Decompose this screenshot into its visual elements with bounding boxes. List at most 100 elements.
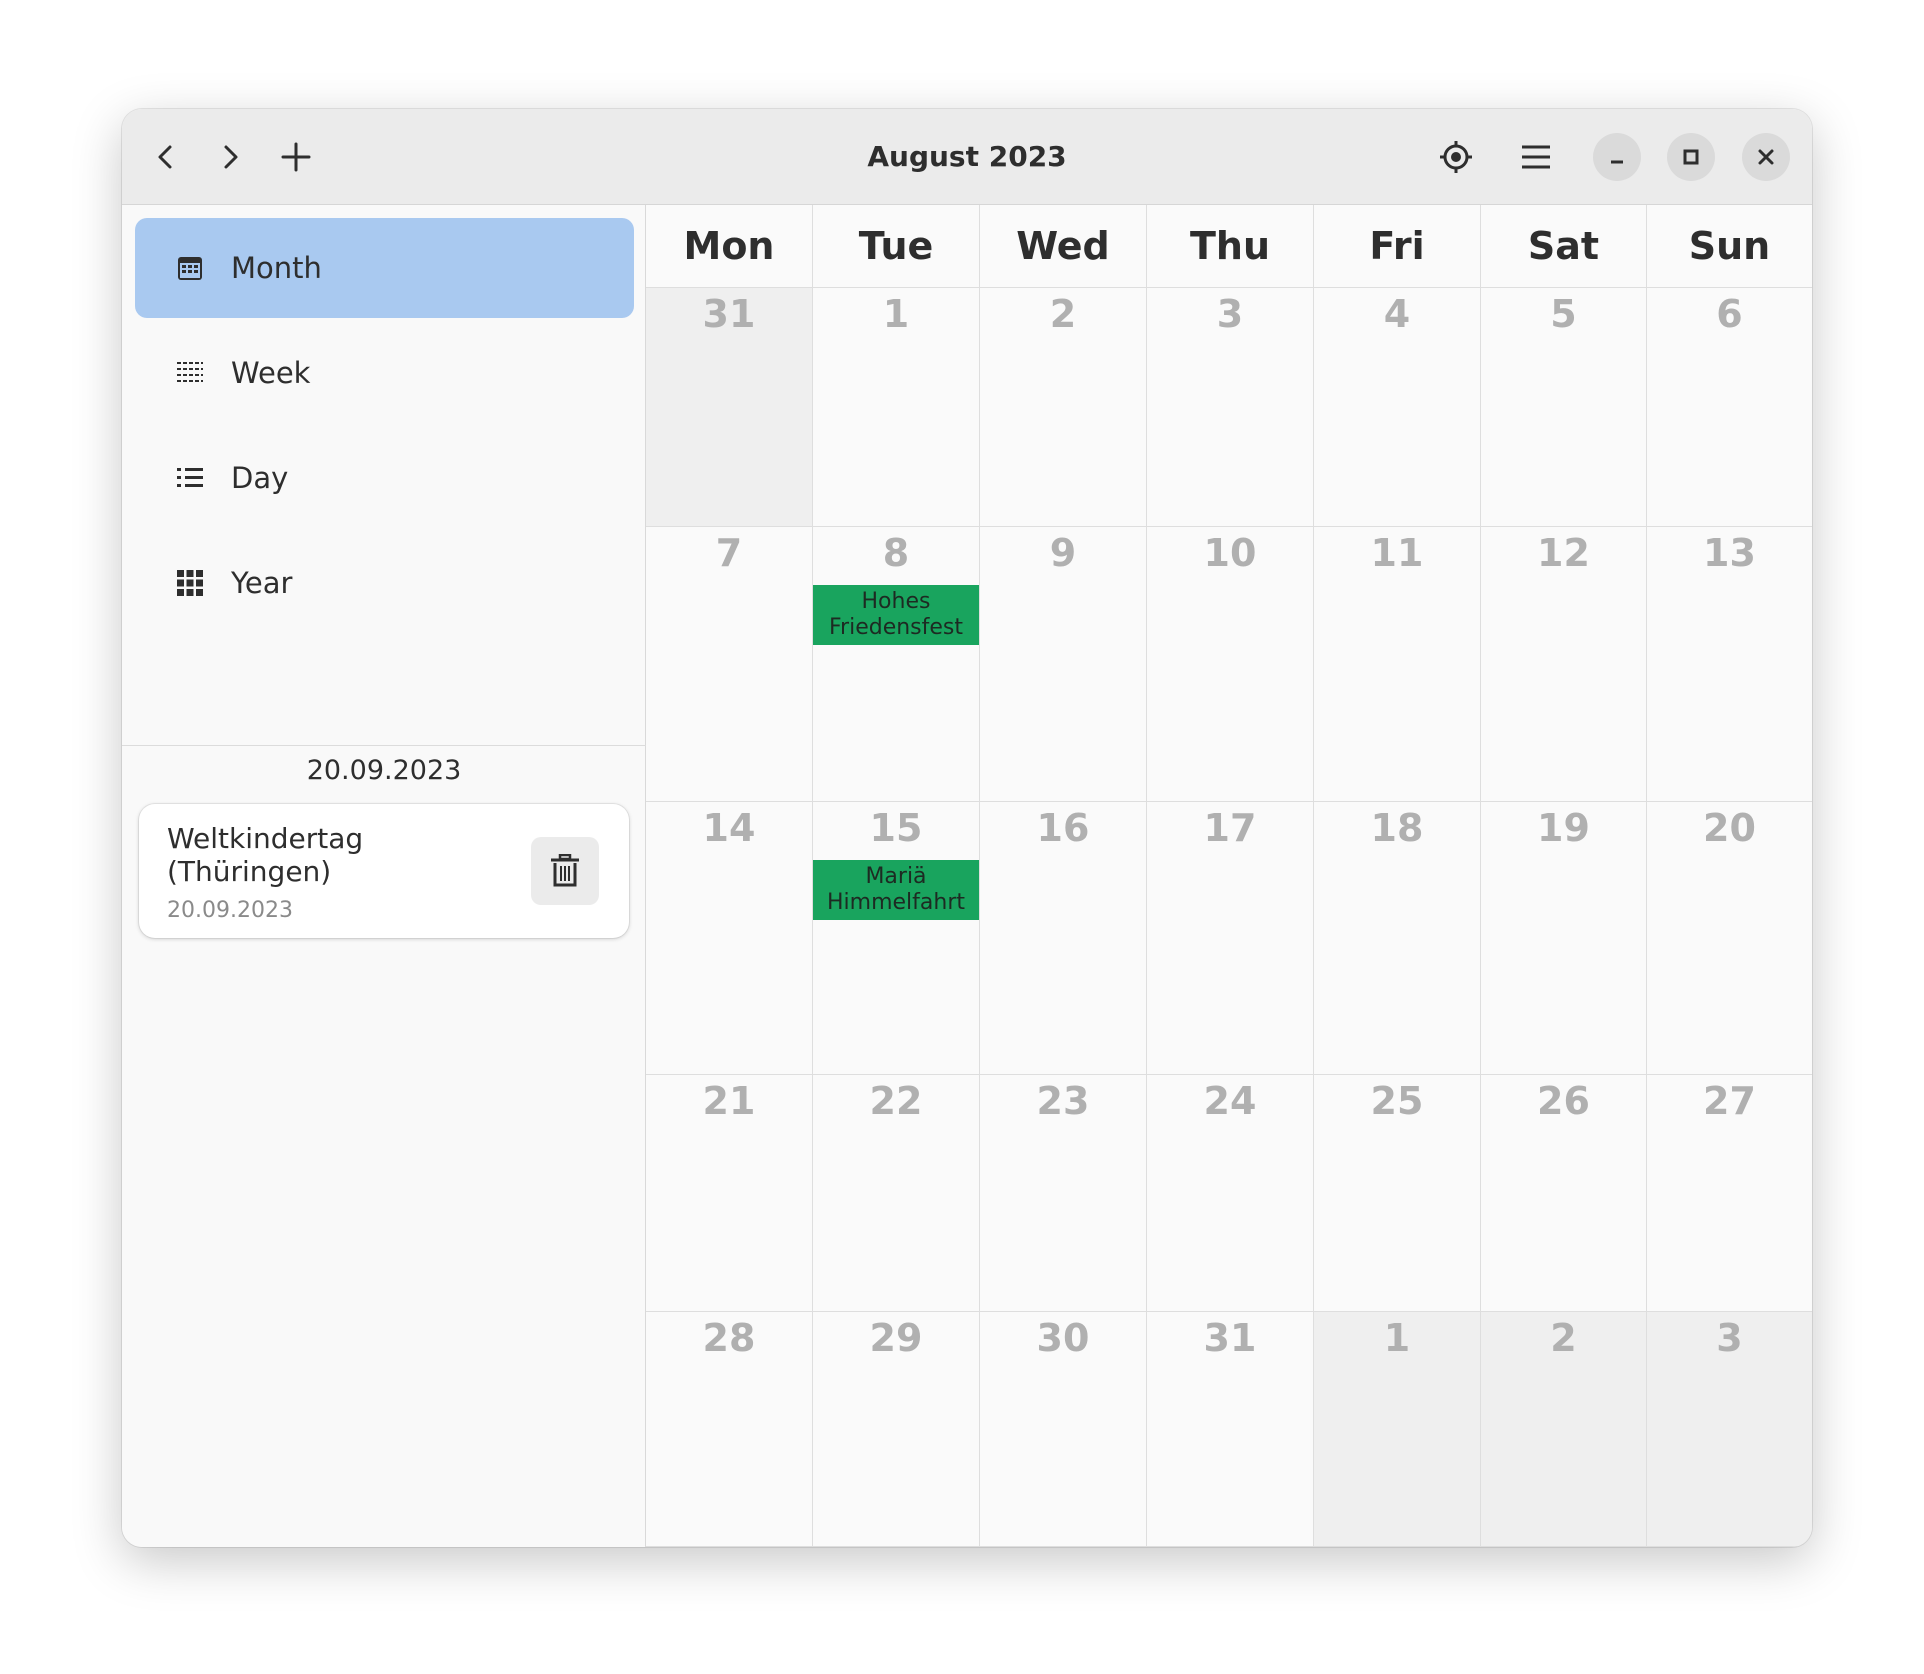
day-number: 2 <box>1049 292 1077 336</box>
day-cell[interactable]: 19 <box>1481 802 1647 1075</box>
day-cell[interactable]: 4 <box>1314 288 1481 527</box>
sidebar-item-week[interactable]: Week <box>135 323 634 423</box>
day-cell[interactable]: 1 <box>813 288 980 527</box>
day-number: 6 <box>1716 292 1743 336</box>
chevron-left-icon <box>158 145 172 169</box>
day-cell[interactable]: 12 <box>1481 527 1647 802</box>
day-cell[interactable]: 20 <box>1647 802 1812 1075</box>
day-cell[interactable]: 5 <box>1481 288 1647 527</box>
day-cell[interactable]: 11 <box>1314 527 1481 802</box>
event-chip[interactable]: Hohes Friedensfest <box>813 585 979 645</box>
minimize-button[interactable] <box>1593 133 1641 181</box>
event-title: Weltkindertag (Thüringen) <box>167 822 364 888</box>
close-button[interactable] <box>1742 133 1790 181</box>
sidebar: Month Week Day Year 20.09.2023 Weltkinde… <box>122 205 646 1547</box>
sidebar-item-year[interactable]: Year <box>135 533 634 633</box>
event-card[interactable]: Weltkindertag (Thüringen) 20.09.2023 <box>139 804 629 938</box>
day-number: 7 <box>715 531 743 575</box>
hamburger-menu-icon <box>1522 145 1550 169</box>
day-cell[interactable]: 13 <box>1647 527 1812 802</box>
day-cell[interactable]: 25 <box>1314 1075 1481 1312</box>
day-cell[interactable]: 31 <box>646 288 813 527</box>
weekday-header: Sat <box>1481 205 1647 288</box>
day-number: 4 <box>1383 292 1411 336</box>
day-number: 1 <box>882 292 910 336</box>
target-icon <box>1440 141 1472 173</box>
day-number: 15 <box>869 806 923 850</box>
day-number: 30 <box>1036 1316 1090 1360</box>
main-menu-button[interactable] <box>1508 129 1564 185</box>
day-number: 29 <box>869 1316 923 1360</box>
header-bar: August 2023 <box>122 109 1812 205</box>
day-number: 1 <box>1383 1316 1411 1360</box>
day-cell[interactable]: 27 <box>1647 1075 1812 1312</box>
day-cell[interactable]: 8 Hohes Friedensfest <box>813 527 980 802</box>
day-cell[interactable]: 28 <box>646 1312 813 1547</box>
day-number: 13 <box>1703 531 1756 575</box>
sidebar-item-label: Day <box>231 461 289 495</box>
sidebar-item-label: Week <box>231 356 311 390</box>
trash-icon <box>551 854 579 887</box>
previous-button[interactable] <box>138 129 194 185</box>
day-number: 14 <box>702 806 756 850</box>
day-cell[interactable]: 7 <box>646 527 813 802</box>
weekday-header: Thu <box>1147 205 1314 288</box>
day-cell[interactable]: 26 <box>1481 1075 1647 1312</box>
selected-date: 20.09.2023 <box>306 755 462 786</box>
day-cell[interactable]: 2 <box>980 288 1147 527</box>
day-number: 9 <box>1049 531 1077 575</box>
maximize-button[interactable] <box>1667 133 1715 181</box>
list-icon <box>175 463 205 493</box>
day-number: 11 <box>1370 531 1424 575</box>
day-number: 27 <box>1703 1079 1756 1123</box>
day-cell[interactable]: 1 <box>1314 1312 1481 1547</box>
delete-event-button[interactable] <box>531 837 599 905</box>
add-event-button[interactable] <box>268 129 324 185</box>
day-number: 23 <box>1036 1079 1090 1123</box>
day-cell[interactable]: 3 <box>1647 1312 1812 1547</box>
event-chip[interactable]: Mariä Himmelfahrt <box>813 860 979 920</box>
day-cell[interactable]: 17 <box>1147 802 1314 1075</box>
day-number: 26 <box>1537 1079 1590 1123</box>
day-cell[interactable]: 23 <box>980 1075 1147 1312</box>
month-grid: Mon Tue Wed Thu Fri Sat Sun 31 1 2 3 4 5 6 7 8 Hohes Fri… <box>646 205 1812 1547</box>
day-number: 16 <box>1036 806 1090 850</box>
day-cell[interactable]: 30 <box>980 1312 1147 1547</box>
day-number: 2 <box>1550 1316 1577 1360</box>
day-number: 3 <box>1216 292 1244 336</box>
day-cell[interactable]: 18 <box>1314 802 1481 1075</box>
sidebar-item-day[interactable]: Day <box>135 428 634 528</box>
day-cell[interactable]: 15 Mariä Himmelfahrt <box>813 802 980 1075</box>
calendar-month-icon <box>175 253 205 283</box>
sidebar-item-month[interactable]: Month <box>135 218 634 318</box>
day-number: 22 <box>869 1079 923 1123</box>
day-cell[interactable]: 29 <box>813 1312 980 1547</box>
sidebar-item-label: Year <box>231 566 293 600</box>
day-cell[interactable]: 31 <box>1147 1312 1314 1547</box>
day-number: 28 <box>702 1316 756 1360</box>
day-cell[interactable]: 10 <box>1147 527 1314 802</box>
day-cell[interactable]: 2 <box>1481 1312 1647 1547</box>
day-cell[interactable]: 14 <box>646 802 813 1075</box>
day-number: 19 <box>1537 806 1590 850</box>
day-cell[interactable]: 21 <box>646 1075 813 1312</box>
day-number: 17 <box>1203 806 1257 850</box>
day-number: 24 <box>1203 1079 1257 1123</box>
grid-icon <box>175 568 205 598</box>
day-cell[interactable]: 9 <box>980 527 1147 802</box>
today-button[interactable] <box>1428 129 1484 185</box>
day-cell[interactable]: 16 <box>980 802 1147 1075</box>
day-cell[interactable]: 3 <box>1147 288 1314 527</box>
day-cell[interactable]: 6 <box>1647 288 1812 527</box>
day-number: 8 <box>882 531 910 575</box>
next-button[interactable] <box>202 129 258 185</box>
calendar-window: August 2023 Month Week Day Year 20.09.20… <box>122 109 1812 1547</box>
day-cell[interactable]: 22 <box>813 1075 980 1312</box>
calendar-week-icon <box>175 358 205 388</box>
weekday-header: Wed <box>980 205 1147 288</box>
plus-icon <box>281 142 311 172</box>
weekday-header: Tue <box>813 205 980 288</box>
day-cell[interactable]: 24 <box>1147 1075 1314 1312</box>
day-number: 31 <box>1203 1316 1257 1360</box>
day-number: 12 <box>1537 531 1590 575</box>
